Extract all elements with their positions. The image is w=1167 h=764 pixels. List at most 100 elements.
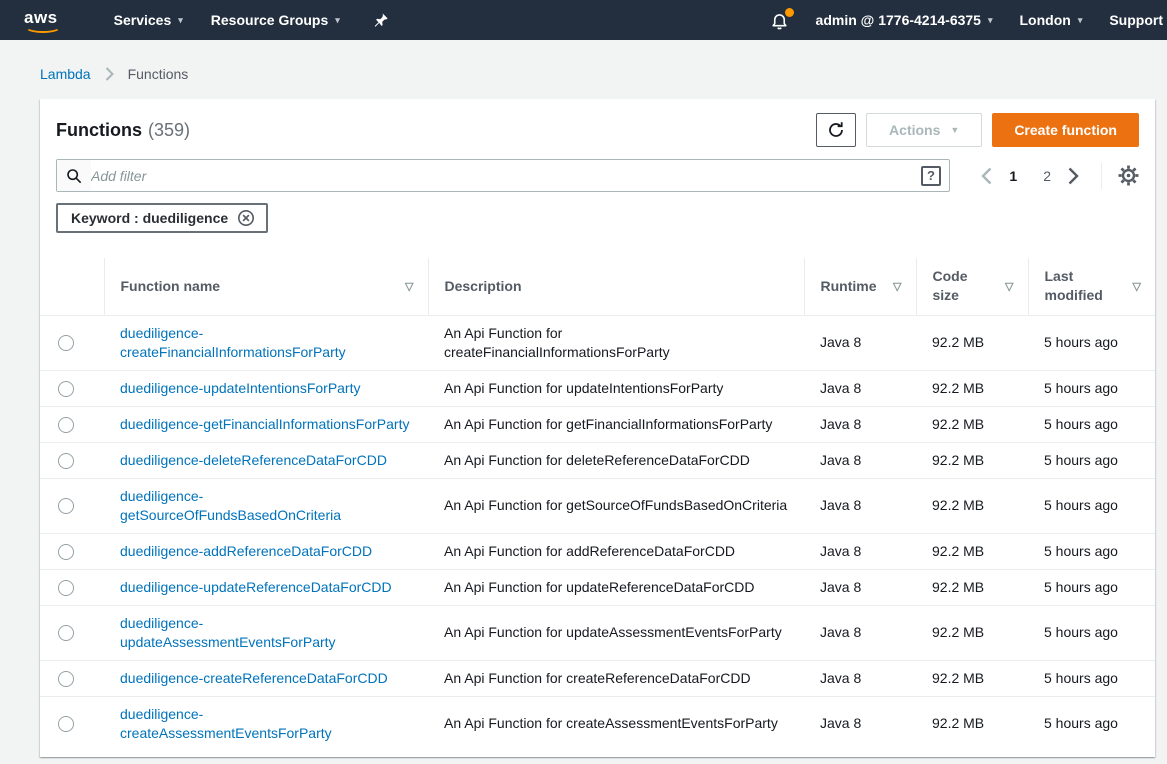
notification-dot [785, 8, 794, 17]
sort-icon[interactable]: ▽ [893, 280, 901, 293]
create-function-button[interactable]: Create function [992, 113, 1139, 147]
function-name-link[interactable]: duediligence-getSourceOfFundsBasedOnCrit… [120, 488, 341, 523]
table-row: duediligence-deleteReferenceDataForCDD A… [40, 442, 1155, 478]
column-header-description: Description [428, 258, 804, 315]
function-runtime: Java 8 [804, 442, 916, 478]
select-column-header [40, 258, 104, 315]
function-name-link[interactable]: duediligence-updateReferenceDataForCDD [120, 579, 392, 595]
gear-icon[interactable] [1118, 165, 1139, 186]
remove-filter-icon[interactable] [237, 209, 255, 227]
function-name-link[interactable]: duediligence-createFinancialInformations… [120, 325, 346, 360]
row-select-radio[interactable] [58, 580, 74, 596]
function-description: An Api Function for getFinancialInformat… [428, 406, 804, 442]
function-name-link[interactable]: duediligence-createAssessmentEventsForPa… [120, 706, 332, 741]
function-code-size: 92.2 MB [916, 696, 1028, 751]
function-description: An Api Function for createReferenceDataF… [428, 660, 804, 696]
function-last-modified: 5 hours ago [1028, 660, 1155, 696]
next-page-icon[interactable] [1064, 163, 1083, 189]
function-code-size: 92.2 MB [916, 533, 1028, 569]
table-row: duediligence-updateReferenceDataForCDD A… [40, 569, 1155, 605]
page-number-1[interactable]: 1 [1009, 168, 1017, 184]
nav-support-label: Support [1109, 12, 1163, 28]
function-last-modified: 5 hours ago [1028, 370, 1155, 406]
notifications-bell-icon[interactable] [770, 11, 789, 30]
function-name-link[interactable]: duediligence-getFinancialInformationsFor… [120, 416, 409, 432]
table-row: duediligence-addReferenceDataForCDD An A… [40, 533, 1155, 569]
chevron-right-icon [105, 67, 114, 81]
column-header-runtime[interactable]: Runtime ▽ [804, 258, 916, 315]
function-last-modified: 5 hours ago [1028, 442, 1155, 478]
sort-icon[interactable]: ▽ [1005, 280, 1013, 293]
functions-table: Function name ▽ Description Runtime ▽ Co… [40, 258, 1155, 751]
function-name-link[interactable]: duediligence-updateAssessmentEventsForPa… [120, 615, 336, 650]
top-navigation-bar: aws Services ▾ Resource Groups ▾ admin @… [0, 0, 1167, 40]
refresh-button[interactable] [816, 113, 856, 147]
function-last-modified: 5 hours ago [1028, 478, 1155, 533]
table-header-row: Function name ▽ Description Runtime ▽ Co… [40, 258, 1155, 315]
pagination-divider [1101, 163, 1102, 189]
function-last-modified: 5 hours ago [1028, 605, 1155, 660]
function-runtime: Java 8 [804, 569, 916, 605]
pushpin-icon[interactable] [372, 12, 389, 29]
functions-count: (359) [148, 120, 190, 141]
function-description: An Api Function for createAssessmentEven… [428, 696, 804, 751]
function-code-size: 92.2 MB [916, 605, 1028, 660]
functions-panel: Functions (359) Actions ▼ Create functio… [40, 99, 1155, 757]
nav-support-menu[interactable]: Support [1109, 12, 1163, 28]
refresh-icon [827, 121, 845, 139]
nav-services-menu[interactable]: Services ▾ [114, 12, 183, 28]
function-description: An Api Function for updateAssessmentEven… [428, 605, 804, 660]
function-last-modified: 5 hours ago [1028, 569, 1155, 605]
function-runtime: Java 8 [804, 660, 916, 696]
function-description: An Api Function for createFinancialInfor… [428, 315, 804, 370]
function-code-size: 92.2 MB [916, 569, 1028, 605]
breadcrumb-functions: Functions [128, 66, 189, 82]
table-row: duediligence-getFinancialInformationsFor… [40, 406, 1155, 442]
row-select-radio[interactable] [58, 417, 74, 433]
filter-input-container: ? [56, 159, 950, 192]
function-last-modified: 5 hours ago [1028, 406, 1155, 442]
table-row: duediligence-updateAssessmentEventsForPa… [40, 605, 1155, 660]
row-select-radio[interactable] [58, 453, 74, 469]
function-code-size: 92.2 MB [916, 478, 1028, 533]
sort-icon[interactable]: ▽ [1133, 280, 1141, 293]
page-title: Functions [56, 120, 142, 141]
table-row: duediligence-getSourceOfFundsBasedOnCrit… [40, 478, 1155, 533]
row-select-radio[interactable] [58, 498, 74, 514]
filter-help-icon[interactable]: ? [921, 166, 941, 186]
column-header-function-name[interactable]: Function name ▽ [104, 258, 428, 315]
function-code-size: 92.2 MB [916, 406, 1028, 442]
nav-resource-groups-menu[interactable]: Resource Groups ▾ [211, 12, 340, 28]
table-row: duediligence-createReferenceDataForCDD A… [40, 660, 1155, 696]
function-code-size: 92.2 MB [916, 442, 1028, 478]
nav-account-menu[interactable]: admin @ 1776-4214-6375 ▾ [816, 12, 993, 28]
row-select-radio[interactable] [58, 381, 74, 397]
sort-icon[interactable]: ▽ [405, 280, 413, 293]
row-select-radio[interactable] [58, 625, 74, 641]
row-select-radio[interactable] [58, 544, 74, 560]
breadcrumb-lambda-link[interactable]: Lambda [40, 66, 91, 82]
row-select-radio[interactable] [58, 716, 74, 732]
function-description: An Api Function for addReferenceDataForC… [428, 533, 804, 569]
previous-page-icon[interactable] [977, 163, 996, 189]
function-name-link[interactable]: duediligence-deleteReferenceDataForCDD [120, 452, 387, 468]
column-header-code-size[interactable]: Code size ▽ [916, 258, 1028, 315]
function-name-link[interactable]: duediligence-updateIntentionsForParty [120, 380, 361, 396]
function-name-link[interactable]: duediligence-createReferenceDataForCDD [120, 670, 388, 686]
filter-keyword-tag-label: Keyword : duediligence [71, 210, 228, 226]
nav-region-label: London [1020, 12, 1071, 28]
actions-button[interactable]: Actions ▼ [866, 113, 982, 147]
nav-region-menu[interactable]: London ▾ [1020, 12, 1083, 28]
filter-input[interactable] [91, 160, 921, 191]
chevron-down-icon: ▼ [950, 125, 959, 135]
function-runtime: Java 8 [804, 478, 916, 533]
row-select-radio[interactable] [58, 335, 74, 351]
table-row: duediligence-updateIntentionsForParty An… [40, 370, 1155, 406]
aws-logo[interactable]: aws [24, 8, 58, 32]
column-header-last-modified[interactable]: Last modified ▽ [1028, 258, 1155, 315]
page-number-2[interactable]: 2 [1043, 168, 1051, 184]
row-select-radio[interactable] [58, 671, 74, 687]
function-runtime: Java 8 [804, 315, 916, 370]
top-nav-right-group: admin @ 1776-4214-6375 ▾ London ▾ Suppor… [770, 11, 1167, 30]
function-name-link[interactable]: duediligence-addReferenceDataForCDD [120, 543, 372, 559]
